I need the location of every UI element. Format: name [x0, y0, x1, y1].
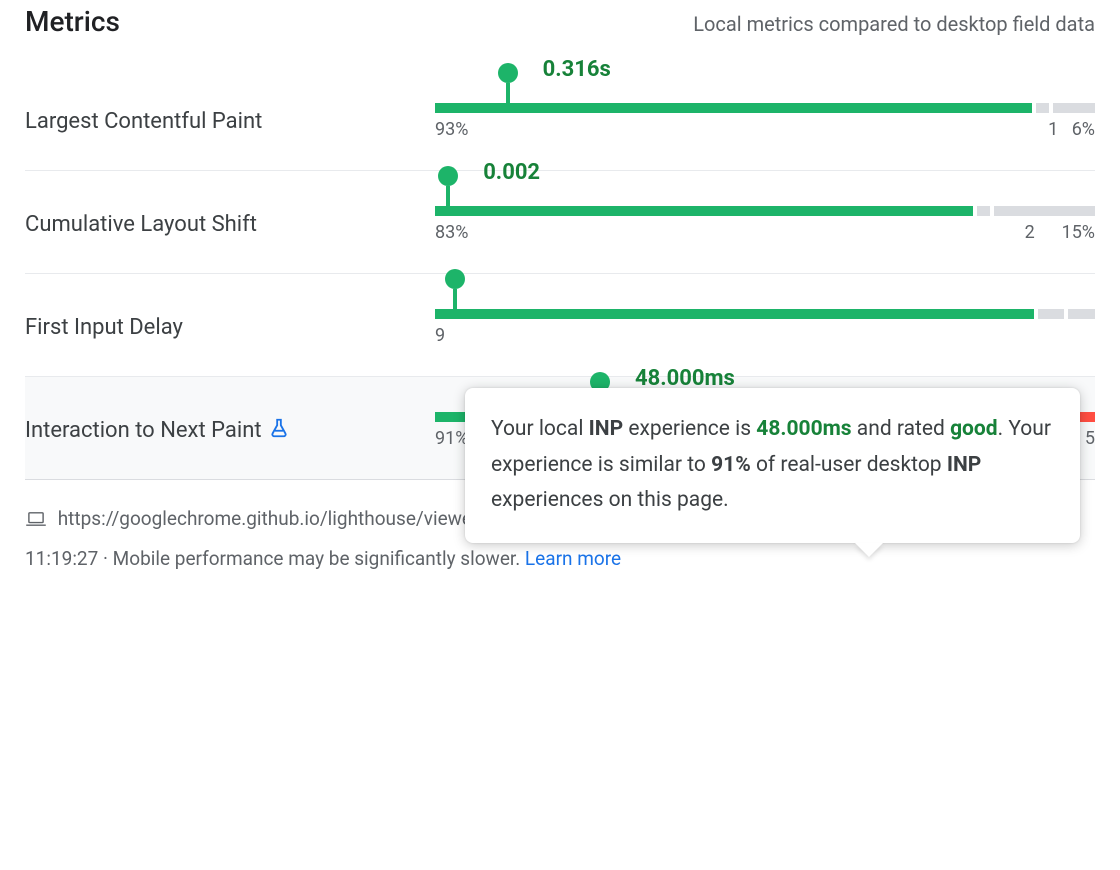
marker-dot-icon — [445, 269, 465, 289]
metric-name-cls: Cumulative Layout Shift — [25, 212, 435, 237]
marker-dot-icon — [438, 166, 458, 186]
marker-dot-icon — [498, 63, 518, 83]
footer-url: https://googlechrome.github.io/lighthous… — [58, 507, 487, 530]
metric-value-cls: 0.002 — [483, 160, 540, 185]
seg-label-bad: 5 — [1085, 428, 1095, 449]
metric-row-lcp[interactable]: Largest Contentful Paint 0.316s 93% 1 6% — [25, 68, 1095, 171]
metric-bar-lcp: 0.316s 93% 1 6% — [435, 103, 1095, 140]
bar-seg-good — [435, 309, 1034, 319]
metric-name-lcp: Largest Contentful Paint — [25, 109, 435, 134]
seg-label-good: 91% — [435, 428, 468, 449]
seg-label-good: 93% — [435, 119, 468, 140]
bar-seg-bad — [1068, 309, 1095, 319]
footer-warning: Mobile performance may be significantly … — [113, 547, 525, 570]
marker-stem-icon — [453, 289, 457, 309]
seg-label-bad: 15% — [1062, 222, 1095, 243]
seg-label-good: 9 — [435, 325, 445, 346]
metric-name-inp: Interaction to Next Paint — [25, 417, 435, 445]
metric-row-fid[interactable]: First Input Delay 9 — [25, 274, 1095, 377]
bar-seg-good — [435, 206, 973, 216]
page-title: Metrics — [25, 5, 120, 38]
seg-label-mid: 1 — [1048, 119, 1058, 140]
laptop-icon — [25, 502, 47, 540]
inp-tooltip: Your local INP experience is 48.000ms an… — [465, 388, 1080, 543]
metric-value-lcp: 0.316s — [543, 57, 611, 82]
marker-stem-icon — [506, 83, 510, 103]
footer-sep: · — [98, 547, 112, 570]
bar-seg-good — [435, 103, 1032, 113]
bar-seg-bad — [1053, 103, 1095, 113]
metric-name-fid: First Input Delay — [25, 315, 435, 340]
metric-bar-fid: 9 — [435, 309, 1095, 346]
footer-time: 11:19:27 — [25, 547, 98, 570]
seg-label-bad: 6% — [1072, 119, 1095, 140]
marker-stem-icon — [446, 186, 450, 206]
page-subtitle: Local metrics compared to desktop field … — [693, 12, 1095, 36]
bar-seg-mid — [977, 206, 990, 216]
metric-bar-cls: 0.002 83% 2 15% — [435, 206, 1095, 243]
bar-seg-mid — [1036, 103, 1050, 113]
bar-seg-bad — [994, 206, 1095, 216]
flask-icon — [268, 417, 290, 445]
learn-more-link[interactable]: Learn more — [525, 547, 621, 570]
metric-row-cls[interactable]: Cumulative Layout Shift 0.002 83% 2 15% — [25, 171, 1095, 274]
seg-label-good: 83% — [435, 222, 468, 243]
seg-label-mid: 2 — [1025, 222, 1035, 243]
bar-seg-mid — [1038, 309, 1065, 319]
